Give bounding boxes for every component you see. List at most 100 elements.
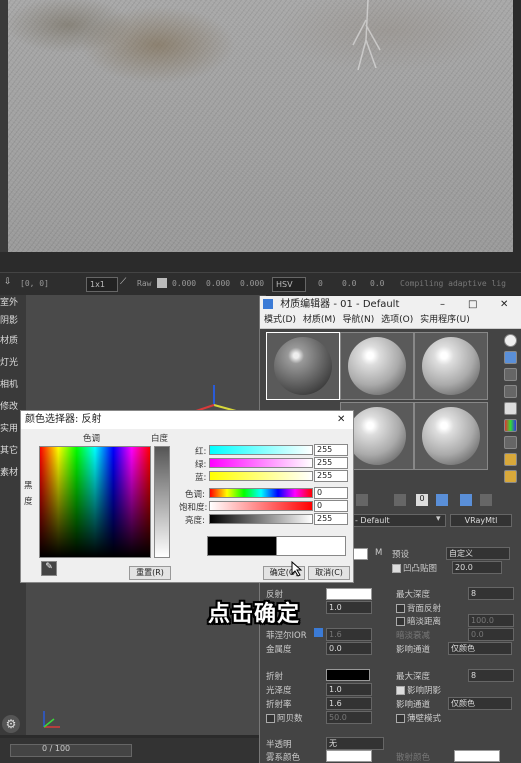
abbe-checkbox[interactable] xyxy=(266,714,275,723)
back-reflect-option[interactable]: 背面反射 xyxy=(396,602,441,614)
sample-slot-1[interactable] xyxy=(266,332,340,400)
reflect-affect-channels-select[interactable]: 仅颜色 xyxy=(448,642,512,655)
reflect-swatch[interactable] xyxy=(326,588,372,600)
affect-shadows-checkbox[interactable] xyxy=(396,686,405,695)
raw-checkbox[interactable] xyxy=(157,278,167,288)
menu-navigation[interactable]: 导航(N) xyxy=(343,315,375,325)
curve-icon[interactable]: ⟋ xyxy=(120,277,126,287)
reflect-max-depth[interactable]: 8 xyxy=(468,587,514,600)
eyedropper-icon[interactable]: ✎ xyxy=(41,561,57,576)
show-shaded-icon[interactable] xyxy=(436,494,448,506)
reflect-gloss[interactable]: 1.0 xyxy=(326,601,372,614)
menu-mode[interactable]: 模式(D) xyxy=(264,315,296,325)
back-reflect-checkbox[interactable] xyxy=(396,604,405,613)
close-icon[interactable]: ✕ xyxy=(500,296,508,313)
brightness-value[interactable]: 255 xyxy=(314,513,348,525)
green-slider[interactable] xyxy=(209,458,313,468)
sample-slot-3[interactable] xyxy=(414,332,488,400)
saturation-value[interactable]: 0 xyxy=(314,500,348,512)
color-check-icon[interactable] xyxy=(504,419,517,432)
material-id-icon[interactable]: 0 xyxy=(416,494,428,506)
dim-falloff-value[interactable]: 0.0 xyxy=(468,628,514,641)
material-type-button[interactable]: VRayMtl xyxy=(450,514,512,527)
fog-color-swatch[interactable] xyxy=(326,750,372,762)
show-end-result-icon[interactable] xyxy=(460,494,472,506)
put-to-library-icon[interactable] xyxy=(356,494,368,506)
dim-distance-checkbox[interactable] xyxy=(396,617,405,626)
panel-item-light[interactable]: 灯光 xyxy=(0,355,26,368)
backlight-icon[interactable] xyxy=(504,351,517,364)
zoom-select[interactable]: 1x1 xyxy=(86,277,118,292)
settings-gear-icon[interactable]: ⚙ xyxy=(2,715,20,733)
side-toolbar xyxy=(504,334,517,487)
sample-sphere xyxy=(274,337,332,395)
red-slider[interactable] xyxy=(209,445,313,455)
panel-item-camera[interactable]: 相机 xyxy=(0,377,26,390)
blue-label: 蓝: xyxy=(195,473,207,483)
bump-map-value[interactable]: 20.0 xyxy=(452,561,502,574)
hue-blackness-field[interactable] xyxy=(39,446,151,558)
refract-swatch[interactable] xyxy=(326,669,370,681)
pin-icon[interactable]: ⇩ xyxy=(4,277,12,287)
blue-slider[interactable] xyxy=(209,471,313,481)
menu-utilities[interactable]: 实用程序(U) xyxy=(420,315,470,325)
bump-map-checkbox[interactable] xyxy=(392,564,401,573)
brightness-slider[interactable] xyxy=(209,514,313,524)
sample-slot-6[interactable] xyxy=(414,402,488,470)
timeline[interactable]: 0 / 100 xyxy=(0,738,259,763)
sample-type-icon[interactable] xyxy=(504,334,517,347)
thin-walled-option[interactable]: 薄壁模式 xyxy=(396,712,441,724)
panel-item-shadow[interactable]: 阴影 xyxy=(0,313,26,326)
abbe-value[interactable]: 50.0 xyxy=(326,711,372,724)
diffuse-swatch[interactable] xyxy=(352,548,368,560)
uv-tiling-icon[interactable] xyxy=(504,385,517,398)
blue-value[interactable]: 255 xyxy=(314,470,348,482)
hue-value[interactable]: 0 xyxy=(314,487,348,499)
sample-slot-2[interactable] xyxy=(340,332,414,400)
select-by-material-icon[interactable] xyxy=(504,453,517,466)
metalness-value[interactable]: 0.0 xyxy=(326,642,372,655)
fresnel-ior-value[interactable]: 1.6 xyxy=(326,628,372,641)
refract-affect-channels-select[interactable]: 仅颜色 xyxy=(448,697,512,710)
make-unique-icon[interactable] xyxy=(394,494,406,506)
options-icon[interactable] xyxy=(504,436,517,449)
chevron-down-icon[interactable]: ▾ xyxy=(436,514,441,524)
video-check-icon[interactable] xyxy=(504,402,517,415)
menu-material[interactable]: 材质(M) xyxy=(303,315,336,325)
translucency-select[interactable]: 无 xyxy=(326,737,384,750)
material-name-field[interactable]: - Default xyxy=(352,514,446,527)
render-preview xyxy=(8,0,513,252)
panel-item-material[interactable]: 材质 xyxy=(0,333,26,346)
m-button[interactable]: M xyxy=(375,548,382,558)
green-value[interactable]: 255 xyxy=(314,457,348,469)
whiteness-slider[interactable] xyxy=(154,446,170,558)
refract-max-depth[interactable]: 8 xyxy=(468,669,514,682)
saturation-slider[interactable] xyxy=(209,501,313,511)
go-to-parent-icon[interactable] xyxy=(480,494,492,506)
background-icon[interactable] xyxy=(504,368,517,381)
refract-ior-value[interactable]: 1.6 xyxy=(326,697,372,710)
maximize-icon[interactable]: □ xyxy=(468,296,477,313)
sample-sphere xyxy=(422,337,480,395)
preset-select[interactable]: 自定义 xyxy=(446,547,510,560)
material-navigator-icon[interactable] xyxy=(504,470,517,483)
affect-shadows-option[interactable]: 影响阴影 xyxy=(396,684,441,696)
dim-distance-option[interactable]: 暗淡距离 xyxy=(396,615,441,627)
dim-distance-value[interactable]: 100.0 xyxy=(468,614,514,627)
refract-gloss-value[interactable]: 1.0 xyxy=(326,683,372,696)
reset-button[interactable]: 重置(R) xyxy=(129,566,171,580)
dialog-title: 颜色选择器: 反射 xyxy=(25,414,102,425)
minimize-icon[interactable]: – xyxy=(440,296,445,313)
reflect-affect-channels-label: 影响通道 xyxy=(396,645,431,655)
color-space-select[interactable]: HSV xyxy=(272,277,306,292)
menu-options[interactable]: 选项(O) xyxy=(381,315,413,325)
thin-walled-checkbox[interactable] xyxy=(396,714,405,723)
scatter-color-swatch[interactable] xyxy=(454,750,500,762)
panel-item-outdoor[interactable]: 室外 xyxy=(0,295,26,308)
hue-slider[interactable] xyxy=(209,488,313,498)
dialog-close-icon[interactable]: ✕ xyxy=(337,411,345,429)
fresnel-lock-icon[interactable] xyxy=(314,628,323,637)
cancel-button[interactable]: 取消(C) xyxy=(308,566,350,580)
red-value[interactable]: 255 xyxy=(314,444,348,456)
abbe-option[interactable]: 阿贝数 xyxy=(266,712,303,724)
